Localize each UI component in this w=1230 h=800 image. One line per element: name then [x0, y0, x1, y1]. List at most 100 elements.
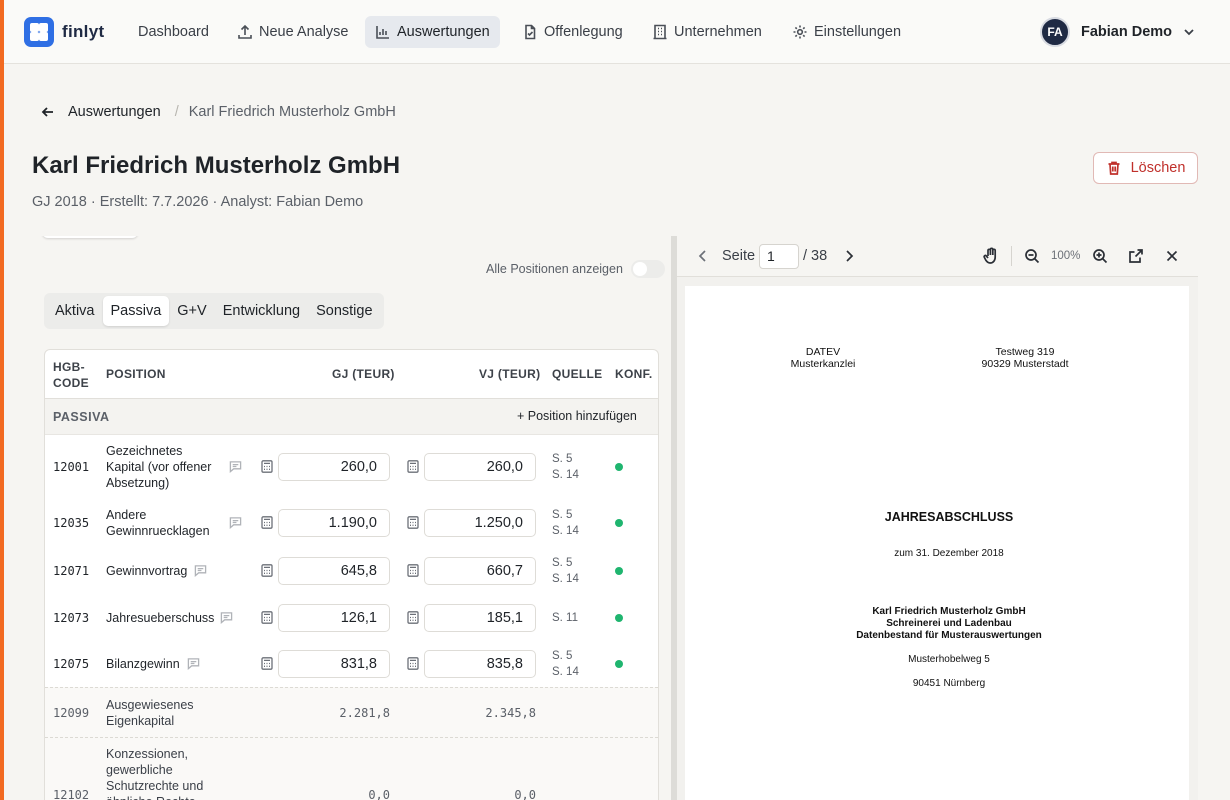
pdf-right-header: Testweg 319 90329 Musterstadt — [965, 346, 1085, 370]
row-position: Andere Gewinnruecklagen — [106, 508, 210, 538]
add-position-button[interactable]: + Position hinzufügen — [517, 409, 637, 423]
tab-entwicklung[interactable]: Entwicklung — [215, 296, 308, 326]
pdf-heading: JAHRESABSCHLUSS — [884, 510, 1014, 524]
gj-value-input[interactable]: 1.190,0 — [278, 509, 390, 537]
gj-value-input[interactable]: 831,8 — [278, 650, 390, 678]
col-header-code: HGB-CODE — [53, 360, 89, 390]
pdf-text: Datenbestand für Musterauswertungen — [856, 630, 1042, 641]
tab-sonstige[interactable]: Sonstige — [308, 296, 380, 326]
source-refs: S. 11 — [552, 610, 578, 626]
source-link[interactable]: S. 11 — [552, 610, 578, 626]
app-logo[interactable]: finlyt — [24, 17, 104, 47]
gj-value-input[interactable]: 260,0 — [278, 453, 390, 481]
nav-label: Auswertungen — [397, 24, 490, 40]
source-link[interactable]: S. 5 — [552, 648, 579, 664]
source-link[interactable]: S. 5 — [552, 555, 579, 571]
gj-value-input[interactable]: 126,1 — [278, 604, 390, 632]
calculator-icon[interactable] — [261, 564, 273, 577]
chevron-right-icon[interactable] — [841, 248, 857, 264]
pdf-text: DATEV — [805, 346, 841, 358]
nav-dashboard[interactable]: Dashboard — [128, 16, 219, 48]
source-link[interactable]: S. 5 — [552, 507, 579, 523]
calculator-icon[interactable] — [407, 460, 419, 473]
zoom-out-icon[interactable] — [1024, 248, 1040, 264]
table-row: 12073 Jahresueberschuss 126,1 185,1 S. 1… — [45, 595, 658, 641]
close-icon[interactable] — [1164, 248, 1180, 264]
pdf-text: Testweg 319 — [995, 346, 1055, 358]
gj-sum-value: 0,0 — [368, 788, 390, 800]
calculator-icon[interactable] — [261, 611, 273, 624]
nav-neue-analyse[interactable]: Neue Analyse — [227, 16, 358, 48]
sum-row: 12099 Ausgewiesenes Eigenkapital 2.281,8… — [45, 687, 658, 737]
vj-value-input[interactable]: 260,0 — [424, 453, 536, 481]
top-navigation: finlyt Dashboard Neue Analyse Auswertung… — [4, 0, 1230, 64]
breadcrumb-back-link[interactable]: Auswertungen — [68, 104, 161, 120]
table-row: 12075 Bilanzgewinn 831,8 835,8 S. 5 S. 1… — [45, 641, 658, 687]
calculator-icon[interactable] — [407, 611, 419, 624]
row-position: Jahresueberschuss — [106, 611, 215, 625]
pdf-street: Musterhobelweg 5 — [908, 654, 990, 665]
calculator-icon[interactable] — [261, 516, 273, 529]
source-link[interactable]: S. 14 — [552, 467, 579, 483]
tab-passiva[interactable]: Passiva — [102, 296, 170, 326]
vj-value-input[interactable]: 660,7 — [424, 557, 536, 585]
app-name: finlyt — [62, 22, 105, 41]
source-link[interactable]: S. 14 — [552, 571, 579, 587]
pdf-left-header: DATEV Musterkanzlei — [773, 346, 873, 370]
nav-label: Dashboard — [138, 24, 209, 40]
tab-aktiva[interactable]: Aktiva — [47, 296, 103, 326]
chevron-left-icon[interactable] — [695, 248, 711, 264]
source-refs: S. 5 S. 14 — [552, 648, 579, 680]
calculator-icon[interactable] — [407, 564, 419, 577]
zoom-in-icon[interactable] — [1092, 248, 1108, 264]
source-link[interactable]: S. 14 — [552, 664, 579, 680]
breadcrumb-separator: / — [174, 104, 179, 120]
pdf-viewer: Seite 1 / 38 100% DATEV Musterkanzlei Te… — [677, 236, 1198, 800]
vj-value-input[interactable]: 185,1 — [424, 604, 536, 632]
comment-icon[interactable] — [229, 516, 242, 529]
chevron-down-icon — [1184, 29, 1194, 36]
tab-guv[interactable]: G+V — [169, 296, 214, 326]
source-refs: S. 5 S. 14 — [552, 451, 579, 483]
open-external-icon[interactable] — [1128, 248, 1144, 264]
nav-unternehmen[interactable]: Unternehmen — [642, 16, 772, 48]
nav-label: Offenlegung — [544, 24, 623, 40]
zoom-level: 100% — [1051, 250, 1081, 262]
toggle-label: Alle Positionen anzeigen — [486, 262, 623, 276]
upload-icon — [238, 24, 252, 39]
vj-value-input[interactable]: 835,8 — [424, 650, 536, 678]
page-number-input[interactable]: 1 — [759, 244, 799, 269]
breadcrumb-current: Karl Friedrich Musterholz GmbH — [188, 104, 396, 120]
confidence-dot — [615, 567, 623, 575]
show-all-toggle[interactable] — [630, 260, 665, 278]
nav-auswertungen[interactable]: Auswertungen — [365, 16, 500, 48]
comment-icon[interactable] — [220, 611, 233, 624]
calculator-icon[interactable] — [261, 460, 273, 473]
source-refs: S. 5 S. 14 — [552, 507, 579, 539]
comment-icon[interactable] — [229, 460, 242, 473]
nav-einstellungen[interactable]: Einstellungen — [782, 16, 911, 48]
nav-label: Einstellungen — [814, 24, 902, 40]
source-link[interactable]: S. 5 — [552, 451, 579, 467]
hand-pan-icon[interactable] — [982, 247, 1000, 265]
row-code: 12099 — [53, 706, 90, 720]
section-label: PASSIVA — [53, 410, 110, 424]
row-code: 12075 — [53, 657, 90, 671]
calculator-icon[interactable] — [261, 657, 273, 670]
delete-button[interactable]: Löschen — [1093, 152, 1198, 184]
user-menu[interactable]: FA Fabian Demo — [1040, 16, 1196, 48]
vj-value-input[interactable]: 1.250,0 — [424, 509, 536, 537]
breadcrumb: Auswertungen / Karl Friedrich Musterholz… — [40, 102, 396, 122]
gj-value-input[interactable]: 645,8 — [278, 557, 390, 585]
arrow-left-icon[interactable] — [40, 104, 56, 120]
row-code: 12102 — [53, 788, 90, 800]
pdf-text: Musterkanzlei — [790, 358, 856, 370]
pdf-text: 90329 Musterstadt — [981, 358, 1069, 370]
comment-icon[interactable] — [187, 657, 200, 670]
calculator-icon[interactable] — [407, 657, 419, 670]
delete-button-label: Löschen — [1130, 160, 1186, 176]
calculator-icon[interactable] — [407, 516, 419, 529]
comment-icon[interactable] — [194, 564, 207, 577]
nav-offenlegung[interactable]: Offenlegung — [512, 16, 633, 48]
source-link[interactable]: S. 14 — [552, 523, 579, 539]
